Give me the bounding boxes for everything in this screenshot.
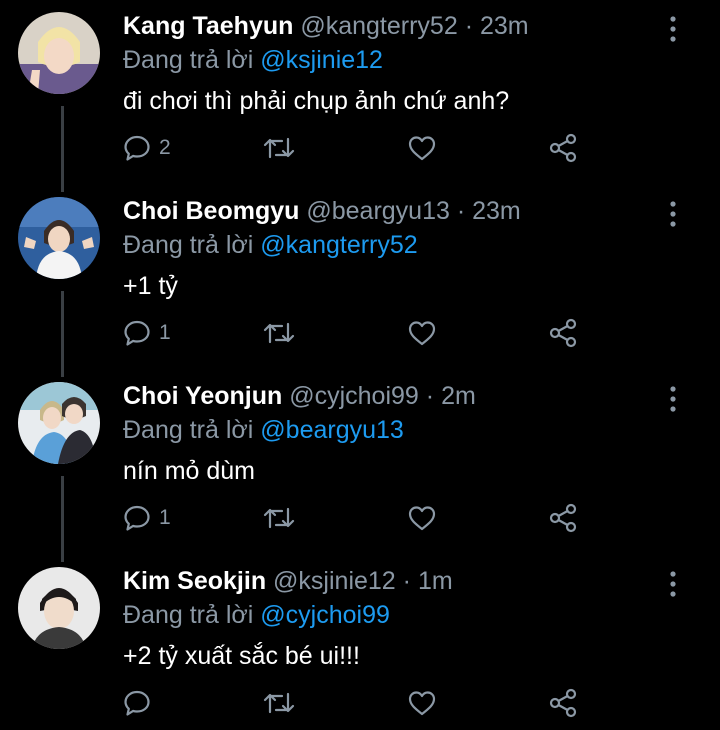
like-button[interactable] bbox=[407, 128, 437, 168]
replying-to: Đang trả lời @ksjinie12 bbox=[123, 46, 383, 75]
share-icon bbox=[548, 688, 578, 718]
like-button[interactable] bbox=[407, 498, 437, 538]
replying-to-label: Đang trả lời bbox=[123, 601, 254, 629]
retweet-icon bbox=[262, 134, 296, 162]
avatar[interactable] bbox=[18, 567, 100, 649]
tweet[interactable]: Choi Beomgyu @beargyu13 · 23m Đang trả l… bbox=[0, 185, 720, 370]
retweet-button[interactable] bbox=[262, 498, 296, 538]
display-name[interactable]: Choi Yeonjun bbox=[123, 382, 282, 410]
reply-count: 1 bbox=[159, 321, 171, 344]
timestamp[interactable]: 23m bbox=[472, 197, 521, 225]
tweet-header: Kang Taehyun @kangterry52 · 23m bbox=[123, 12, 529, 41]
timestamp[interactable]: 1m bbox=[418, 567, 453, 595]
reply-button[interactable]: 1 bbox=[123, 313, 171, 353]
replying-to: Đang trả lời @kangterry52 bbox=[123, 231, 418, 260]
user-handle[interactable]: @cyjchoi99 bbox=[289, 382, 419, 410]
display-name[interactable]: Kim Seokjin bbox=[123, 567, 266, 595]
retweet-button[interactable] bbox=[262, 128, 296, 168]
user-handle[interactable]: @ksjinie12 bbox=[273, 567, 396, 595]
avatar[interactable] bbox=[18, 12, 100, 94]
timestamp[interactable]: 23m bbox=[480, 12, 529, 40]
more-options-icon[interactable] bbox=[662, 199, 684, 229]
more-options-icon[interactable] bbox=[662, 384, 684, 414]
reply-button[interactable]: 2 bbox=[123, 128, 171, 168]
more-options-icon[interactable] bbox=[662, 14, 684, 44]
tweet-text: +2 tỷ xuất sắc bé ui!!! bbox=[123, 642, 360, 670]
tweet-text: +1 tỷ bbox=[123, 272, 178, 300]
share-button[interactable] bbox=[548, 128, 578, 168]
tweet-header: Choi Yeonjun @cyjchoi99 · 2m bbox=[123, 382, 476, 411]
share-icon bbox=[548, 503, 578, 533]
replying-to-handle[interactable]: @kangterry52 bbox=[260, 231, 417, 259]
tweet-actions: 1 bbox=[0, 313, 720, 353]
separator-dot: · bbox=[456, 197, 466, 225]
tweet-text: đi chơi thì phải chụp ảnh chứ anh? bbox=[123, 87, 510, 115]
replying-to-handle[interactable]: @ksjinie12 bbox=[260, 46, 383, 74]
like-icon bbox=[407, 134, 437, 162]
separator-dot: · bbox=[402, 567, 411, 595]
tweet-text: nín mỏ dùm bbox=[123, 457, 256, 485]
reply-count: 1 bbox=[159, 506, 171, 529]
reply-button[interactable]: 1 bbox=[123, 498, 171, 538]
share-button[interactable] bbox=[548, 498, 578, 538]
avatar[interactable] bbox=[18, 382, 100, 464]
comment-icon bbox=[123, 504, 151, 532]
retweet-icon bbox=[262, 504, 296, 532]
avatar[interactable] bbox=[18, 197, 100, 279]
user-handle[interactable]: @beargyu13 bbox=[306, 197, 450, 225]
tweet-actions: 1 bbox=[0, 498, 720, 538]
comment-icon bbox=[123, 689, 151, 717]
like-icon bbox=[407, 504, 437, 532]
retweet-button[interactable] bbox=[262, 313, 296, 353]
tweet-actions: 2 bbox=[0, 128, 720, 168]
tweet-actions bbox=[0, 683, 720, 723]
retweet-icon bbox=[262, 319, 296, 347]
display-name[interactable]: Choi Beomgyu bbox=[123, 197, 299, 225]
reply-button[interactable] bbox=[123, 683, 159, 723]
tweet[interactable]: Kang Taehyun @kangterry52 · 23m Đang trả… bbox=[0, 0, 720, 185]
separator-dot: · bbox=[464, 12, 474, 40]
like-button[interactable] bbox=[407, 683, 437, 723]
retweet-button[interactable] bbox=[262, 683, 296, 723]
comment-icon bbox=[123, 134, 151, 162]
display-name[interactable]: Kang Taehyun bbox=[123, 12, 293, 40]
tweet[interactable]: Choi Yeonjun @cyjchoi99 · 2m Đang trả lờ… bbox=[0, 370, 720, 555]
replying-to: Đang trả lời @beargyu13 bbox=[123, 416, 404, 445]
like-button[interactable] bbox=[407, 313, 437, 353]
replying-to: Đang trả lời @cyjchoi99 bbox=[123, 601, 390, 630]
like-icon bbox=[407, 319, 437, 347]
replying-to-handle[interactable]: @beargyu13 bbox=[260, 416, 404, 444]
separator-dot: · bbox=[425, 382, 435, 410]
replying-to-label: Đang trả lời bbox=[123, 46, 254, 74]
tweet[interactable]: Kim Seokjin @ksjinie12 · 1m Đang trả lời… bbox=[0, 555, 720, 730]
comment-icon bbox=[123, 319, 151, 347]
user-handle[interactable]: @kangterry52 bbox=[300, 12, 457, 40]
reply-count: 2 bbox=[159, 136, 171, 159]
like-icon bbox=[407, 689, 437, 717]
retweet-icon bbox=[262, 689, 296, 717]
share-button[interactable] bbox=[548, 683, 578, 723]
tweet-header: Kim Seokjin @ksjinie12 · 1m bbox=[123, 567, 453, 596]
timestamp[interactable]: 2m bbox=[441, 382, 476, 410]
tweet-header: Choi Beomgyu @beargyu13 · 23m bbox=[123, 197, 521, 226]
more-options-icon[interactable] bbox=[662, 569, 684, 599]
share-button[interactable] bbox=[548, 313, 578, 353]
replying-to-label: Đang trả lời bbox=[123, 416, 254, 444]
share-icon bbox=[548, 318, 578, 348]
replying-to-handle[interactable]: @cyjchoi99 bbox=[260, 601, 390, 629]
share-icon bbox=[548, 133, 578, 163]
replying-to-label: Đang trả lời bbox=[123, 231, 254, 259]
